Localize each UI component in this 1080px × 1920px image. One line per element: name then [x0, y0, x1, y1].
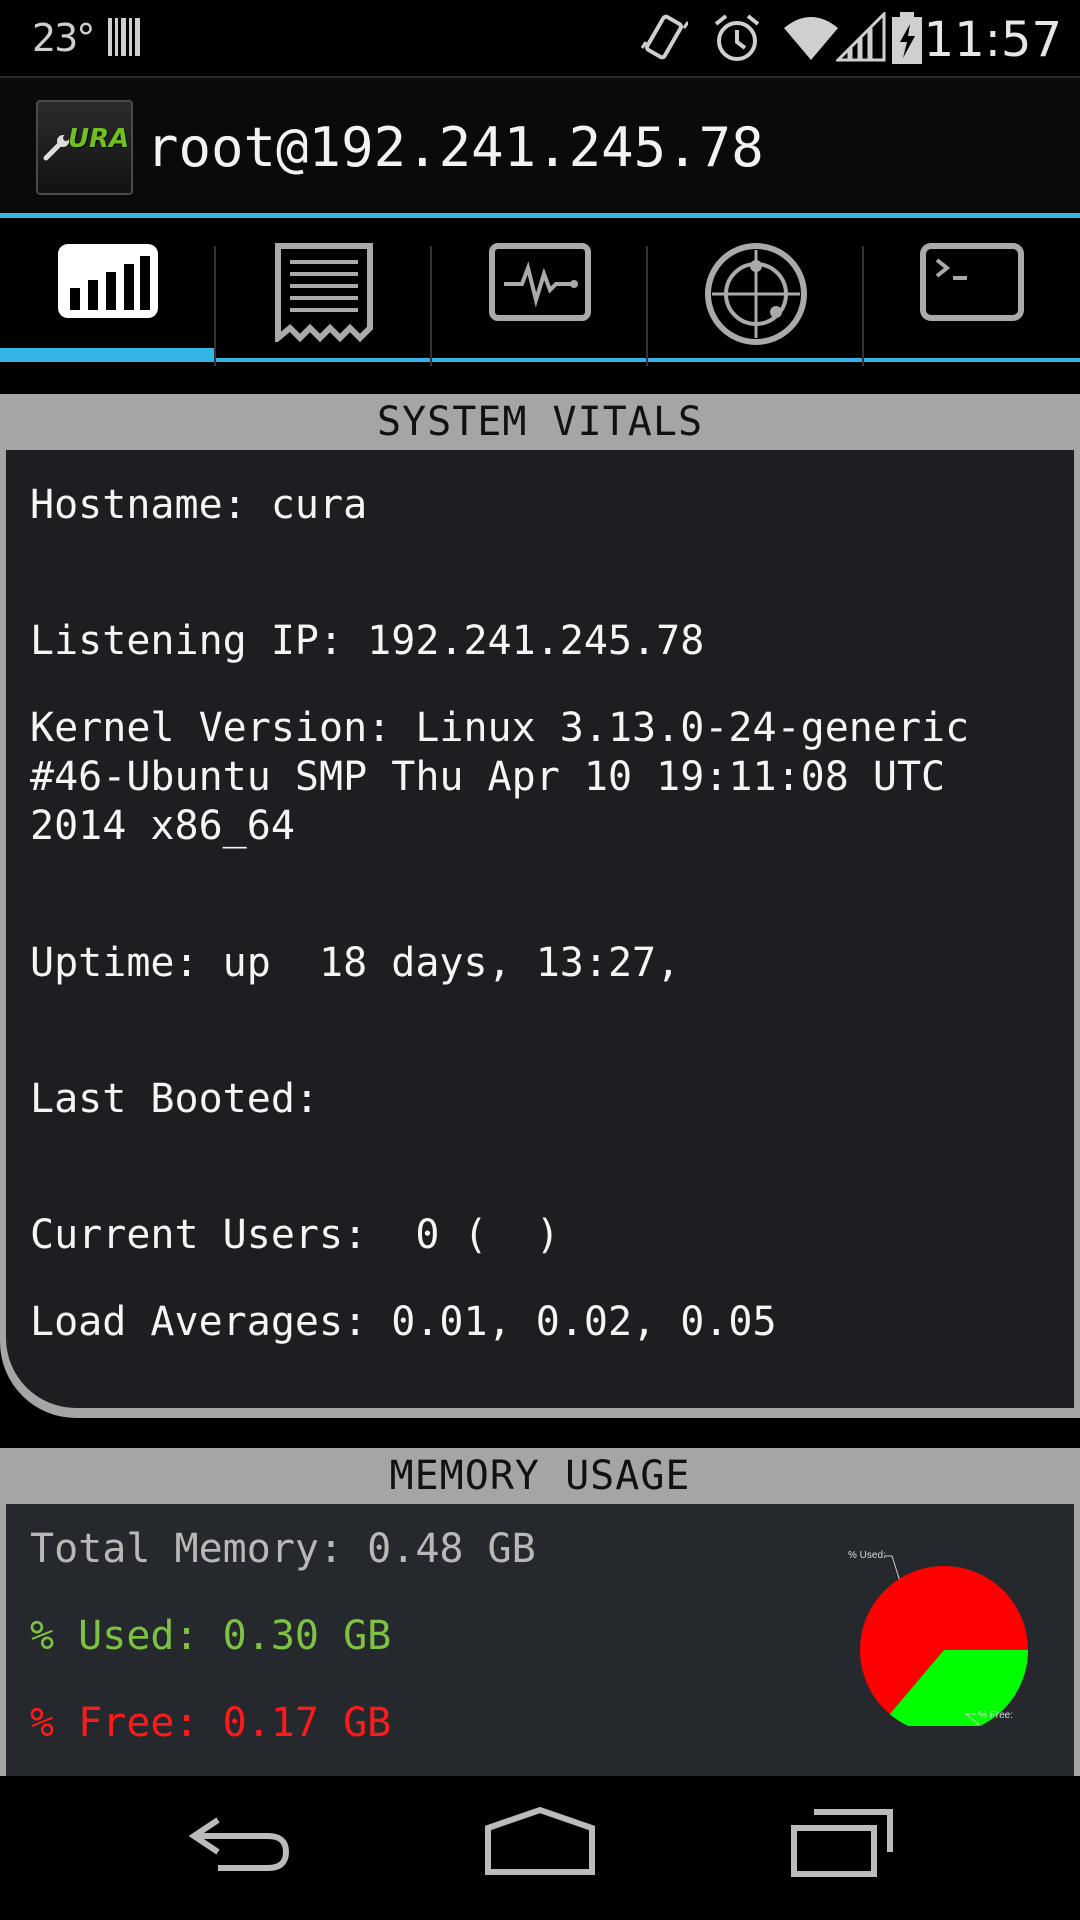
temperature-text: 23°	[32, 16, 95, 60]
system-vitals-panel: SYSTEM VITALS Hostname: cura Listening I…	[0, 394, 1080, 1418]
listening-ip-text: Listening IP: 192.241.245.78	[30, 618, 705, 664]
navigation-bar	[0, 1776, 1080, 1920]
clock-text: 11:57	[923, 12, 1062, 68]
panel-header: MEMORY USAGE	[389, 1453, 691, 1499]
kernel-version-line1: Kernel Version: Linux 3.13.0-24-generic	[30, 705, 970, 751]
vibrate-icon	[640, 14, 688, 60]
free-memory-text: % Free: 0.17 GB	[30, 1700, 392, 1746]
bar-chart-icon	[58, 244, 158, 318]
kernel-version-line3: 2014 x86_64	[30, 803, 295, 849]
tab-system-vitals[interactable]	[0, 218, 216, 362]
app-logo-text: URA	[68, 124, 130, 154]
pie-label: % Free:	[978, 1710, 1013, 1721]
tab-indicator	[432, 358, 648, 362]
tab-indicator	[648, 358, 864, 362]
total-memory-text: Total Memory: 0.48 GB	[30, 1526, 536, 1572]
back-icon[interactable]	[188, 1806, 292, 1876]
tab-indicator	[216, 358, 432, 362]
tab-logs[interactable]	[216, 218, 432, 362]
page-title: root@192.241.245.78	[146, 116, 764, 179]
memory-pie-chart: % Used: % Free:	[848, 1550, 1028, 1726]
memory-usage-panel: MEMORY USAGE Total Memory: 0.48 GB % Use…	[0, 1448, 1080, 1784]
panel-header: SYSTEM VITALS	[376, 399, 704, 445]
monitor-pulse-icon	[489, 243, 591, 321]
status-bar: 23° 11:57	[0, 0, 1080, 76]
tab-indicator	[0, 348, 216, 362]
used-memory-text: % Used: 0.30 GB	[30, 1613, 392, 1659]
alarm-icon	[714, 14, 760, 61]
current-users-text: Current Users: 0 ( )	[30, 1212, 560, 1258]
wifi-icon	[784, 17, 838, 60]
hostname-text: Hostname: cura	[30, 482, 368, 528]
barcode-icon	[108, 18, 140, 56]
tab-bar	[0, 218, 1080, 366]
app-logo[interactable]: URA	[36, 100, 133, 195]
signal-icon	[836, 12, 886, 62]
vitals-body: Hostname: cura Listening IP: 192.241.245…	[6, 450, 1074, 1408]
uptime-text: Uptime: up 18 days, 13:27,	[30, 940, 681, 986]
memory-body: Total Memory: 0.48 GB % Used: 0.30 GB % …	[6, 1504, 1074, 1784]
tab-monitor[interactable]	[432, 218, 648, 362]
recents-icon[interactable]	[790, 1806, 894, 1878]
kernel-version-line2: #46-Ubuntu SMP Thu Apr 10 19:11:08 UTC	[30, 754, 946, 800]
last-booted-text: Last Booted:	[30, 1076, 319, 1122]
log-receipt-icon	[275, 243, 373, 342]
home-icon[interactable]	[484, 1806, 596, 1878]
pie-label: % Used:	[848, 1550, 886, 1561]
action-bar: URA root@192.241.245.78	[0, 76, 1080, 213]
tab-network[interactable]	[648, 218, 864, 362]
tab-terminal[interactable]	[864, 218, 1080, 362]
radar-icon	[705, 243, 807, 345]
tab-indicator	[864, 358, 1080, 362]
battery-charging-icon	[892, 12, 922, 64]
pie-label-leader	[884, 1555, 900, 1580]
terminal-icon	[920, 243, 1024, 321]
load-averages-text: Load Averages: 0.01, 0.02, 0.05	[30, 1299, 777, 1345]
